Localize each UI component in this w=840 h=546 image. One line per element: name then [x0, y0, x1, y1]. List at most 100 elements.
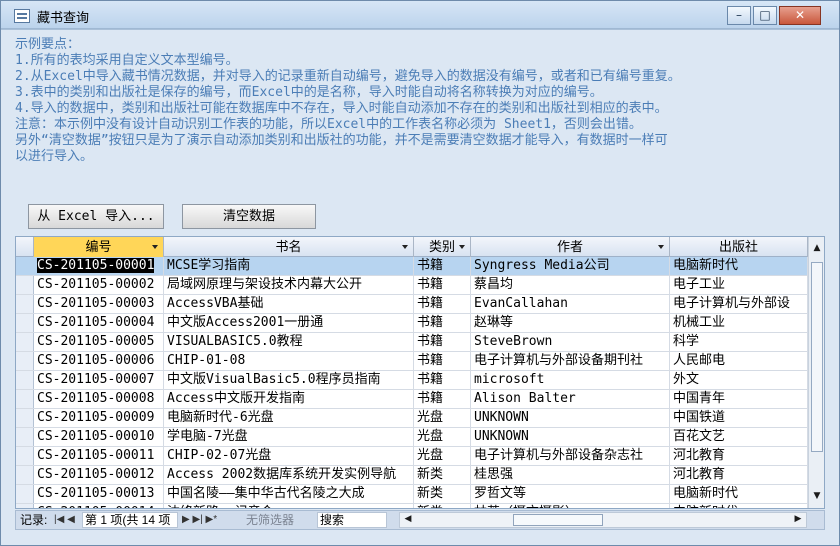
author-cell[interactable]: Syngress Media公司 — [471, 257, 670, 275]
search-input[interactable]: 搜索 — [317, 512, 387, 528]
horizontal-scrollbar[interactable]: ◀ ▶ — [399, 512, 807, 528]
book-title-cell[interactable]: 中文版Access2001一册通 — [164, 314, 414, 332]
horizontal-scroll-thumb[interactable] — [513, 514, 603, 526]
column-category[interactable]: 类别 — [414, 237, 471, 257]
category-cell[interactable]: 书籍 — [414, 257, 471, 275]
table-row[interactable]: CS-201105-00007 中文版VisualBasic5.0程序员指南 书籍 m… — [16, 371, 808, 390]
scroll-left-icon[interactable]: ◀ — [402, 512, 414, 526]
author-cell[interactable]: 电子计算机与外部设备杂志社 — [471, 447, 670, 465]
book-id-cell[interactable]: CS-201105-00001 — [34, 257, 164, 275]
table-row[interactable]: CS-201105-00006 CHIP-01-08 书籍 电子计算机与外部设备期刊社… — [16, 352, 808, 371]
book-id-cell[interactable]: CS-201105-00008 — [34, 390, 164, 408]
book-id-cell[interactable]: CS-201105-00009 — [34, 409, 164, 427]
author-cell[interactable]: 电子计算机与外部设备期刊社 — [471, 352, 670, 370]
publisher-cell[interactable]: 电脑新时代 — [670, 485, 808, 503]
publisher-cell[interactable]: 中国铁道 — [670, 409, 808, 427]
table-row[interactable]: CS-201105-00003 AccessVBA基础 书籍 EvanCallahan… — [16, 295, 808, 314]
publisher-cell[interactable]: 电脑新时代 — [670, 257, 808, 275]
book-id-cell[interactable]: CS-201105-00002 — [34, 276, 164, 294]
book-title-cell[interactable]: VISUALBASIC5.0教程 — [164, 333, 414, 351]
publisher-cell[interactable]: 中脑新时代 — [670, 504, 808, 508]
table-row[interactable]: CS-201105-00013 中国名陵——集中华古代名陵之大成 新类 罗哲文等 电脑新… — [16, 485, 808, 504]
category-cell[interactable]: 书籍 — [414, 390, 471, 408]
publisher-cell[interactable]: 电子工业 — [670, 276, 808, 294]
author-cell[interactable]: 赵琳等 — [471, 314, 670, 332]
scroll-down-icon[interactable]: ▼ — [810, 488, 824, 504]
category-cell[interactable]: 书籍 — [414, 333, 471, 351]
author-cell[interactable]: 罗哲文等 — [471, 485, 670, 503]
author-cell[interactable]: SteveBrown — [471, 333, 670, 351]
book-title-cell[interactable]: AccessVBA基础 — [164, 295, 414, 313]
table-row[interactable]: CS-201105-00011 CHIP-02-07光盘 光盘 电子计算机与外部设备杂… — [16, 447, 808, 466]
record-position-input[interactable]: 第 1 项(共 14 项 — [82, 512, 178, 528]
table-row[interactable]: CS-201105-00001 MCSE学习指南 书籍 Syngress Media公… — [16, 257, 808, 276]
publisher-cell[interactable]: 百花文艺 — [670, 428, 808, 446]
select-all-corner[interactable] — [16, 237, 34, 257]
author-cell[interactable]: microsoft — [471, 371, 670, 389]
category-cell[interactable]: 书籍 — [414, 276, 471, 294]
book-title-cell[interactable]: 沈终新路——记音会 — [164, 504, 414, 508]
book-id-cell[interactable]: CS-201105-00003 — [34, 295, 164, 313]
author-cell[interactable]: UNKNOWN — [471, 428, 670, 446]
scroll-right-icon[interactable]: ▶ — [792, 512, 804, 526]
publisher-cell[interactable]: 人民邮电 — [670, 352, 808, 370]
book-title-cell[interactable]: 中国名陵——集中华古代名陵之大成 — [164, 485, 414, 503]
book-id-cell[interactable]: CS-201105-00005 — [34, 333, 164, 351]
book-title-cell[interactable]: 中文版VisualBasic5.0程序员指南 — [164, 371, 414, 389]
column-publisher[interactable]: 出版社 — [670, 237, 808, 257]
category-cell[interactable]: 新类 — [414, 485, 471, 503]
book-title-cell[interactable]: Access 2002数据库系统开发实例导航 — [164, 466, 414, 484]
category-cell[interactable]: 新类 — [414, 504, 471, 508]
sort-dropdown-icon[interactable] — [459, 245, 465, 249]
book-title-cell[interactable]: 学电脑-7光盘 — [164, 428, 414, 446]
book-id-cell[interactable]: CS-201105-00013 — [34, 485, 164, 503]
filter-status[interactable]: 无筛选器 — [246, 511, 294, 529]
author-cell[interactable]: EvanCallahan — [471, 295, 670, 313]
clear-data-button[interactable]: 清空数据 — [182, 204, 316, 229]
table-row[interactable]: CS-201105-00010 学电脑-7光盘 光盘 UNKNOWN 百花文艺 — [16, 428, 808, 447]
publisher-cell[interactable]: 机械工业 — [670, 314, 808, 332]
author-cell[interactable]: 桂思强 — [471, 466, 670, 484]
book-id-cell[interactable]: CS-201105-00011 — [34, 447, 164, 465]
book-id-cell[interactable]: CS-201105-00014 — [34, 504, 164, 508]
sort-dropdown-icon[interactable] — [658, 245, 664, 249]
table-row[interactable]: CS-201105-00014沈终新路——记音会新类林英（摄文摄影）中脑新时代 — [16, 504, 808, 508]
publisher-cell[interactable]: 中国青年 — [670, 390, 808, 408]
table-row[interactable]: CS-201105-00005 VISUALBASIC5.0教程 书籍 SteveBr… — [16, 333, 808, 352]
book-title-cell[interactable]: 电脑新时代-6光盘 — [164, 409, 414, 427]
table-row[interactable]: CS-201105-00004 中文版Access2001一册通 书籍 赵琳等 机械工业 — [16, 314, 808, 333]
book-id-cell[interactable]: CS-201105-00010 — [34, 428, 164, 446]
book-title-cell[interactable]: Access中文版开发指南 — [164, 390, 414, 408]
publisher-cell[interactable]: 河北教育 — [670, 447, 808, 465]
category-cell[interactable]: 光盘 — [414, 409, 471, 427]
book-id-cell[interactable]: CS-201105-00007 — [34, 371, 164, 389]
book-title-cell[interactable]: CHIP-01-08 — [164, 352, 414, 370]
sort-dropdown-icon[interactable] — [402, 245, 408, 249]
book-id-cell[interactable]: CS-201105-00012 — [34, 466, 164, 484]
book-title-cell[interactable]: MCSE学习指南 — [164, 257, 414, 275]
category-cell[interactable]: 书籍 — [414, 295, 471, 313]
close-button[interactable]: ✕ — [779, 6, 821, 25]
vertical-scrollbar[interactable]: ▲ ▼ — [808, 237, 824, 508]
column-author[interactable]: 作者 — [471, 237, 670, 257]
sort-dropdown-icon[interactable] — [152, 245, 158, 249]
book-title-cell[interactable]: 局域网原理与架设技术内幕大公开 — [164, 276, 414, 294]
minimize-button[interactable]: – — [727, 6, 751, 25]
book-datasheet[interactable]: 编号 书名 类别 作者 出版社 CS-201105-00001 MCSE学习指南书… — [15, 236, 825, 509]
next-last-new-record-icon[interactable]: ▶ ▶| ▶* — [182, 511, 217, 529]
table-row[interactable]: CS-201105-00009 电脑新时代-6光盘 光盘 UNKNOWN 中国铁道 — [16, 409, 808, 428]
publisher-cell[interactable]: 电子计算机与外部设 — [670, 295, 808, 313]
import-excel-button[interactable]: 从 Excel 导入... — [28, 204, 164, 229]
category-cell[interactable]: 书籍 — [414, 314, 471, 332]
author-cell[interactable]: 蔡昌均 — [471, 276, 670, 294]
title-bar[interactable]: 藏书查询 – □ ✕ — [1, 1, 839, 29]
author-cell[interactable]: 林英（摄文摄影） — [471, 504, 670, 508]
table-row[interactable]: CS-201105-00002 局域网原理与架设技术内幕大公开 书籍 蔡昌均 电子工业 — [16, 276, 808, 295]
book-id-cell[interactable]: CS-201105-00004 — [34, 314, 164, 332]
scroll-up-icon[interactable]: ▲ — [810, 240, 824, 256]
maximize-button[interactable]: □ — [753, 6, 777, 25]
column-id[interactable]: 编号 — [34, 237, 164, 257]
table-row[interactable]: CS-201105-00012 Access 2002数据库系统开发实例导航 新类桂… — [16, 466, 808, 485]
category-cell[interactable]: 光盘 — [414, 428, 471, 446]
first-prev-record-icon[interactable]: |◀ ◀ — [54, 511, 75, 529]
